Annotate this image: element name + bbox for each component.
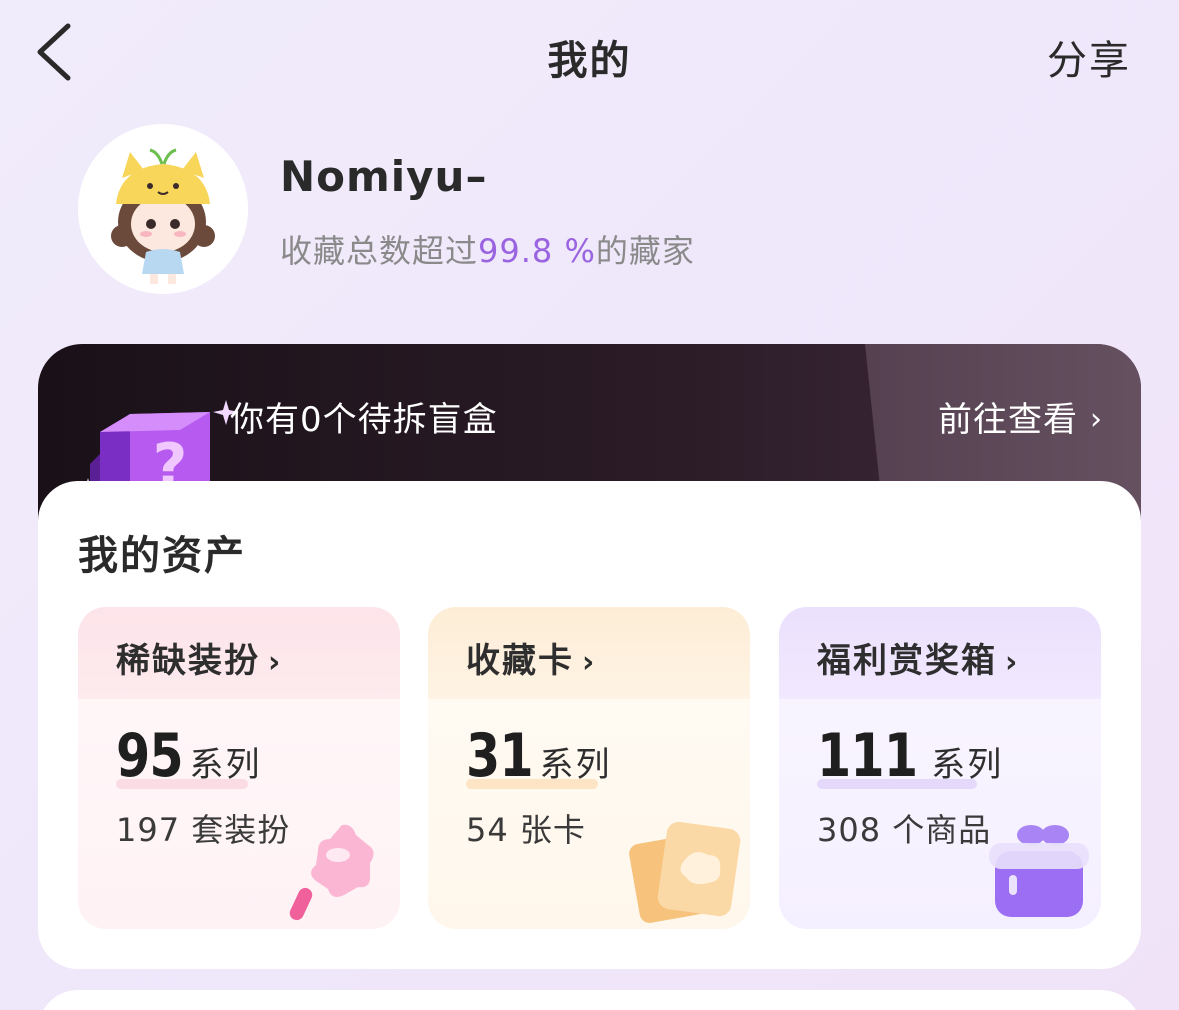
collector-rank: 收藏总数超过99.8 %的藏家 [280, 226, 695, 272]
username: Nomiyu– [280, 152, 488, 201]
series-count: 111 系列 [817, 721, 1003, 791]
tile-label: 福利赏奖箱 › [817, 633, 1019, 682]
tile-label: 收藏卡 › [466, 633, 596, 682]
item-count: 197 套装扮 [116, 811, 291, 849]
series-unit: 系列 [931, 745, 1004, 785]
chevron-right-icon: › [582, 645, 597, 680]
series-count-number: 31 [466, 721, 534, 791]
asset-tile-prize-boxes[interactable]: 福利赏奖箱 › 111 系列 308 个商品 [779, 607, 1101, 929]
chevron-right-icon: › [1005, 645, 1020, 680]
rank-prefix: 收藏总数超过 [280, 232, 479, 270]
view-boxes-link[interactable]: 前往查看 › [938, 392, 1103, 441]
tile-label-text: 福利赏奖箱 [817, 641, 997, 681]
chevron-right-icon: › [268, 645, 283, 680]
gift-box-icon [989, 825, 1089, 917]
series-unit: 系列 [189, 745, 262, 785]
view-boxes-label: 前往查看 [938, 400, 1078, 440]
star-wand-icon [289, 824, 374, 921]
my-assets-card: 我的资产 稀缺装扮 › 95 系列 197 套装扮 收藏卡 › 31 系列 54 张卡 [38, 481, 1141, 969]
series-unit: 系列 [539, 745, 612, 785]
tile-label: 稀缺装扮 › [116, 633, 282, 682]
assets-title: 我的资产 [78, 533, 246, 579]
asset-tile-outfits[interactable]: 稀缺装扮 › 95 系列 197 套装扮 [78, 607, 400, 929]
series-count-number: 111 [817, 721, 918, 791]
unopened-boxes-text: 你有0个待拆盲盒 [230, 400, 498, 440]
item-count: 54 张卡 [466, 811, 586, 849]
series-count-number: 95 [116, 721, 184, 791]
item-count: 308 个商品 [817, 811, 992, 849]
avatar[interactable] [78, 124, 248, 294]
tile-label-text: 收藏卡 [466, 641, 574, 681]
rank-suffix: 的藏家 [595, 232, 695, 270]
asset-tile-cards[interactable]: 收藏卡 › 31 系列 54 张卡 [428, 607, 750, 929]
avatar-image [78, 124, 248, 294]
cards-icon [629, 821, 741, 923]
next-section-card [38, 990, 1141, 1010]
rank-percent: 99.8 % [478, 232, 596, 270]
chevron-right-icon: › [1090, 402, 1103, 437]
series-count: 31 系列 [466, 721, 612, 791]
tile-label-text: 稀缺装扮 [116, 641, 260, 681]
share-button[interactable]: 分享 [1047, 28, 1131, 86]
series-count: 95 系列 [116, 721, 262, 791]
page-title: 我的 [547, 38, 632, 84]
